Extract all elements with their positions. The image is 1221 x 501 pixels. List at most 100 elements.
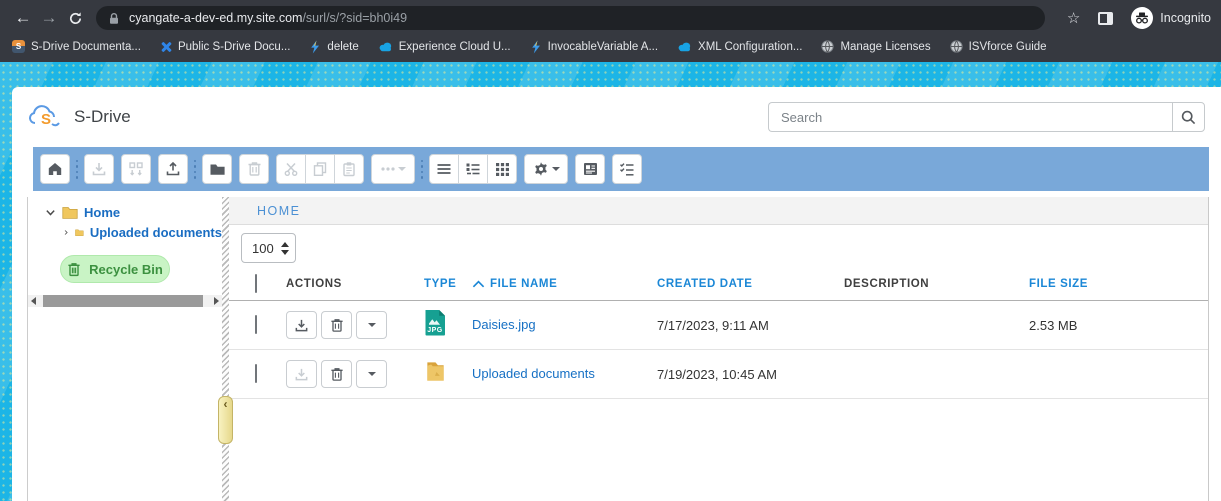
- folder-link[interactable]: Uploaded documents: [472, 366, 595, 381]
- tree-item-label: Uploaded documents: [90, 225, 222, 240]
- column-header-created-date[interactable]: CREATED DATE: [657, 278, 844, 290]
- decrement-icon[interactable]: [281, 250, 289, 255]
- new-folder-button[interactable]: [202, 154, 232, 184]
- content-area: Home Uploaded documents: [12, 191, 1221, 501]
- file-size-cell: 2.53 MB: [1029, 318, 1208, 333]
- bookmark-star-icon[interactable]: ☆: [1067, 9, 1080, 27]
- bookmark-delete[interactable]: delete: [309, 40, 358, 54]
- row-checkbox[interactable]: [255, 315, 257, 334]
- url-path: /surl/s/?sid=bh0i49: [302, 11, 407, 25]
- chevron-down-icon: [368, 323, 376, 327]
- column-header-actions: ACTIONS: [286, 278, 424, 290]
- cut-button[interactable]: [276, 154, 306, 184]
- bookmark-sdrive-documentation[interactable]: S S-Drive Documenta...: [12, 40, 141, 53]
- breadcrumb[interactable]: HOME: [257, 204, 301, 218]
- browser-navrow: ← → cyangate-a-dev-ed.my.site.com/surl/s…: [0, 0, 1221, 33]
- cloud-favicon: [677, 41, 692, 52]
- reload-button[interactable]: [62, 5, 88, 31]
- search-button[interactable]: [1172, 102, 1205, 132]
- multi-download-button[interactable]: [121, 154, 151, 184]
- row-download-button[interactable]: [286, 311, 317, 339]
- recycle-bin-button[interactable]: Recycle Bin: [60, 255, 170, 283]
- copy-button[interactable]: [305, 154, 335, 184]
- home-button[interactable]: [40, 154, 70, 184]
- list-view-button[interactable]: [429, 154, 459, 184]
- row-download-button[interactable]: [286, 360, 317, 388]
- upload-icon: [165, 161, 181, 177]
- bookmark-public-sdrive-docs[interactable]: Public S-Drive Docu...: [160, 41, 290, 53]
- url-bar[interactable]: cyangate-a-dev-ed.my.site.com/surl/s/?si…: [96, 6, 1045, 30]
- tree-horizontal-scrollbar[interactable]: [28, 295, 222, 307]
- scroll-left-button[interactable]: [28, 295, 39, 307]
- search-input[interactable]: [768, 102, 1172, 132]
- upload-button[interactable]: [158, 154, 188, 184]
- sort-ascending-icon: [472, 280, 485, 288]
- row-checkbox[interactable]: [255, 364, 257, 383]
- toolbar-separator: [70, 160, 84, 179]
- chevron-down-icon[interactable]: [45, 207, 56, 218]
- scroll-right-button[interactable]: [211, 295, 222, 307]
- paste-button[interactable]: [334, 154, 364, 184]
- folder-tree-panel: Home Uploaded documents: [27, 197, 222, 501]
- increment-icon[interactable]: [281, 242, 289, 247]
- select-items-button[interactable]: [612, 154, 642, 184]
- back-button[interactable]: ←: [10, 5, 36, 31]
- trash-icon: [330, 318, 344, 333]
- search-box: [768, 102, 1205, 132]
- collapse-panel-handle[interactable]: ‹: [218, 396, 233, 444]
- preview-pane-button[interactable]: [575, 154, 605, 184]
- page-size-value[interactable]: 100: [252, 241, 281, 256]
- chevron-down-icon: [552, 167, 560, 171]
- side-panel-icon[interactable]: [1098, 12, 1113, 25]
- bookmark-manage-licenses[interactable]: Manage Licenses: [821, 40, 930, 53]
- row-delete-button[interactable]: [321, 311, 352, 339]
- row-menu-button[interactable]: [356, 311, 387, 339]
- settings-button[interactable]: [524, 154, 568, 184]
- table-row: Uploaded documents 7/19/2023, 10:45 AM: [229, 350, 1208, 399]
- bookmark-isvforce-guide[interactable]: ISVforce Guide: [950, 40, 1047, 53]
- jpg-badge-label: JPG: [424, 327, 446, 334]
- grid-view-button[interactable]: [487, 154, 517, 184]
- bookmarks-bar: S S-Drive Documenta... Public S-Drive Do…: [0, 33, 1221, 60]
- created-date-cell: 7/17/2023, 9:11 AM: [657, 318, 844, 333]
- more-actions-button[interactable]: [371, 154, 415, 184]
- bookmark-xml-configuration[interactable]: XML Configuration...: [677, 41, 802, 53]
- download-button[interactable]: [84, 154, 114, 184]
- browser-chrome: ← → cyangate-a-dev-ed.my.site.com/surl/s…: [0, 0, 1221, 62]
- file-link[interactable]: Daisies.jpg: [472, 317, 536, 332]
- page-size-stepper[interactable]: 100: [241, 233, 296, 263]
- column-header-file-name[interactable]: FILE NAME: [490, 278, 557, 290]
- detail-view-button[interactable]: [458, 154, 488, 184]
- globe-favicon: [821, 40, 834, 53]
- trash-icon: [247, 161, 262, 177]
- forward-button[interactable]: →: [36, 5, 62, 31]
- globe-favicon: [950, 40, 963, 53]
- cloud-favicon: [378, 41, 393, 52]
- incognito-label: Incognito: [1160, 11, 1211, 25]
- sdrive-logo: S S-Drive: [28, 105, 131, 130]
- row-menu-button[interactable]: [356, 360, 387, 388]
- column-header-type[interactable]: TYPE: [424, 278, 472, 290]
- trash-icon: [330, 367, 344, 382]
- select-all-checkbox[interactable]: [255, 274, 257, 293]
- delete-button[interactable]: [239, 154, 269, 184]
- tree-item-uploaded-documents[interactable]: Uploaded documents: [28, 222, 222, 242]
- row-delete-button[interactable]: [321, 360, 352, 388]
- toolbar-separator: [415, 160, 429, 179]
- scrollbar-thumb[interactable]: [43, 295, 203, 307]
- table-header-row: ACTIONS TYPE FILE NAME CREATED DATE DESC…: [229, 268, 1208, 301]
- folder-icon: [209, 162, 226, 177]
- copy-icon: [312, 161, 328, 177]
- scrollbar-track[interactable]: [39, 295, 211, 307]
- bookmark-invocablevariable[interactable]: InvocableVariable A...: [530, 40, 658, 54]
- clipboard-button-group: [276, 154, 364, 184]
- download-icon: [294, 367, 309, 382]
- lightning-favicon: [530, 40, 542, 54]
- panel-splitter[interactable]: ‹: [222, 197, 229, 501]
- tree-item-home[interactable]: Home: [28, 202, 222, 222]
- chevron-right-icon[interactable]: [63, 227, 69, 238]
- ellipsis-icon: [381, 167, 395, 171]
- column-header-file-size[interactable]: FILE SIZE: [1029, 278, 1208, 290]
- table-row: JPG Daisies.jpg 7/17/2023, 9:11 AM 2.53 …: [229, 301, 1208, 350]
- bookmark-experience-cloud[interactable]: Experience Cloud U...: [378, 41, 511, 53]
